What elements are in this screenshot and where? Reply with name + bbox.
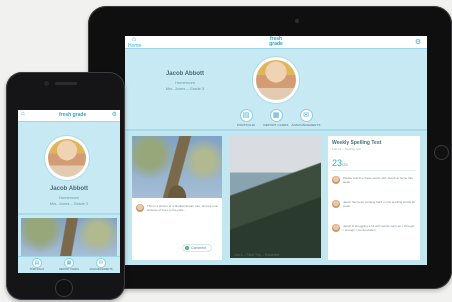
- app-logo[interactable]: fresh grade: [265, 37, 287, 48]
- announcement-icon: ✉: [299, 109, 313, 122]
- home-button[interactable]: ⌂ Home: [128, 36, 141, 49]
- tree-photo[interactable]: [132, 136, 222, 198]
- test-score: 23/25: [332, 158, 348, 168]
- settings-button[interactable]: ⚙: [412, 37, 424, 48]
- comment-button[interactable]: Comment: [182, 244, 212, 252]
- announcement-icon: ✉: [96, 258, 106, 268]
- phone-speaker: [55, 82, 77, 85]
- avatar-photo: [256, 60, 296, 100]
- nav-report-cards-button[interactable]: ▦ Report Cards: [54, 258, 84, 271]
- student-avatar[interactable]: [45, 136, 89, 180]
- student-role: Homeroom: [175, 80, 195, 85]
- profile-header: Jacob Abbott Homeroom Mrs. Jones – Grade…: [125, 49, 427, 129]
- app-logo[interactable]: fresh grade: [59, 112, 86, 118]
- phone-screen: ⌂ fresh grade ⚙ Jacob Abbott Homeroom Mr…: [18, 110, 120, 273]
- tree-photo[interactable]: [21, 218, 117, 256]
- comment-item: This is a picture of a Mediterranean tre…: [136, 204, 220, 228]
- portfolio-icon: ▤: [239, 109, 253, 122]
- student-name: Jacob Abbott: [165, 71, 205, 77]
- header-divider: [125, 129, 427, 131]
- report-card-icon: ▦: [269, 109, 283, 122]
- tablet-screen: ⌂ Home fresh grade ⚙ Jacob Abbott Homero…: [125, 36, 427, 265]
- phone-home-button[interactable]: [55, 279, 73, 297]
- student-name: Jacob Abbott: [49, 186, 89, 192]
- home-icon[interactable]: ⌂: [21, 111, 25, 117]
- card-meta: Feb 13 – Spelling test: [332, 147, 362, 151]
- commenter-avatar: [332, 224, 340, 232]
- coastline-photo[interactable]: [230, 136, 321, 258]
- student-class: Mrs. Jones – Grade 3: [49, 201, 89, 206]
- tablet-camera: [295, 19, 299, 23]
- student-role: Homeroom: [59, 195, 79, 200]
- tablet-home-button[interactable]: [434, 145, 449, 160]
- spelling-test-card[interactable]: Weekly Spelling Test Feb 13 – Spelling t…: [328, 136, 420, 260]
- photo-caption: Jan 4 – Field Trip – Estuaries: [234, 253, 280, 257]
- header-divider: [18, 213, 120, 215]
- card-divider: [332, 170, 416, 171]
- gear-icon: ⚙: [414, 39, 422, 46]
- commenter-avatar: [136, 204, 144, 212]
- phone-top-bar: ⌂ fresh grade ⚙: [18, 110, 120, 122]
- comment-item: Jacob is struggling a bit with words suc…: [332, 224, 416, 254]
- commenter-avatar: [332, 176, 340, 184]
- gear-icon[interactable]: ⚙: [112, 111, 117, 118]
- card-title: Weekly Spelling Test: [332, 140, 382, 146]
- nav-announcements-button[interactable]: ✉ Announcements: [86, 258, 116, 271]
- phone-bottom-nav: ▤ Portfolio ▦ Report Cards ✉ Announcemen…: [18, 256, 120, 273]
- tree-post-card[interactable]: This is a picture of a Mediterranean tre…: [132, 136, 222, 260]
- cliff-post-card[interactable]: Jan 4 – Field Trip – Estuaries: [230, 136, 321, 258]
- comment-item: Jacob has been working hard on his spell…: [332, 200, 416, 220]
- phone-camera: [44, 81, 49, 86]
- comment-item: Please practice these words with Jacob a…: [332, 176, 416, 196]
- student-class: Mrs. Jones – Grade 3: [165, 86, 205, 91]
- tablet-top-bar: ⌂ Home fresh grade ⚙: [125, 36, 427, 49]
- comment-status-icon: [185, 246, 189, 250]
- nav-announcements-button[interactable]: ✉ Announcements: [286, 109, 326, 127]
- portfolio-icon: ▤: [32, 258, 42, 268]
- avatar-photo: [48, 139, 86, 177]
- nav-portfolio-button[interactable]: ▤ Portfolio: [22, 258, 52, 271]
- student-avatar[interactable]: [253, 57, 299, 103]
- commenter-avatar: [332, 200, 340, 208]
- report-card-icon: ▦: [64, 258, 74, 268]
